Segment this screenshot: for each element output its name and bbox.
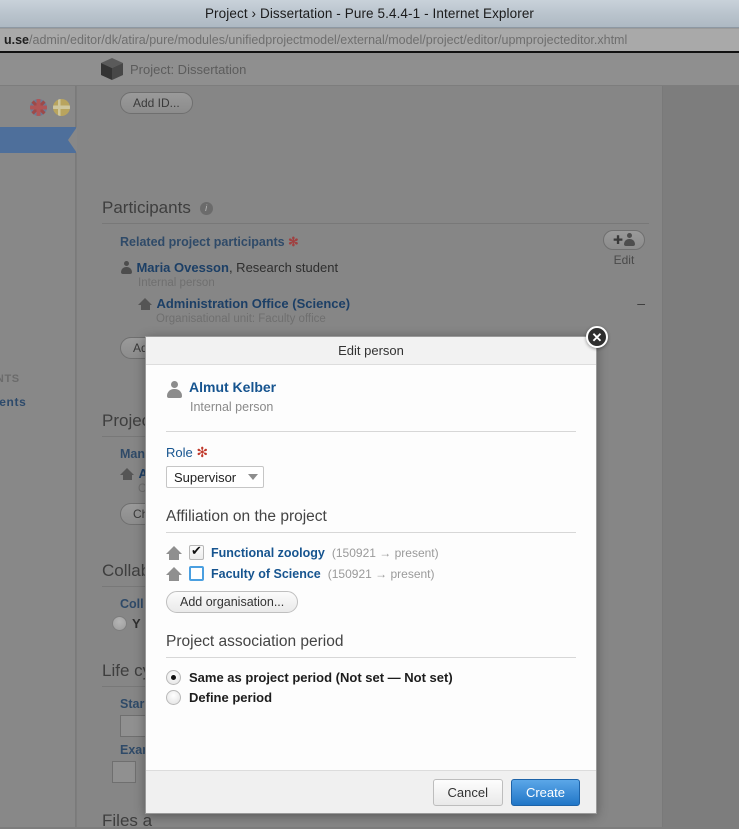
dialog-body: Almut Kelber Internal person Role ✻ Supe… [146, 365, 596, 771]
person-subtitle: Internal person [190, 400, 274, 414]
close-icon[interactable]: ✕ [586, 326, 608, 348]
same-as-project-period-radio[interactable] [166, 670, 181, 685]
collaborative-radio[interactable] [112, 616, 127, 631]
related-participants-label: Related project participants ✻ [120, 234, 649, 249]
add-organisation-button[interactable]: Add organisation... [166, 591, 299, 613]
role-label: Role ✻ [166, 444, 576, 461]
collaborative-option-label: Y [132, 616, 141, 631]
affiliation-period: (150921 → present) [331, 545, 439, 560]
home-icon [120, 467, 134, 480]
role-required-asterisk: ✻ [196, 444, 209, 460]
participants-divider [102, 223, 649, 224]
page-header-bar: Project: Dissertation [0, 53, 739, 86]
affiliation-checkbox[interactable] [189, 566, 204, 581]
person-divider [166, 431, 576, 432]
sidebar-item-active[interactable] [0, 127, 77, 153]
sweden-flag-icon[interactable] [53, 99, 70, 116]
required-asterisk: ✻ [288, 235, 299, 249]
association-period-divider [166, 657, 576, 658]
create-button[interactable]: Create [510, 778, 580, 806]
association-period-option[interactable]: Define period [166, 690, 576, 705]
person-name-link[interactable]: Almut Kelber [189, 379, 276, 395]
same-as-project-period-label: Same as project period (Not set — Not se… [189, 670, 453, 685]
related-participants-label-text: Related project participants [120, 235, 285, 249]
participant-name[interactable]: Maria Ovesson [136, 260, 229, 275]
add-organisation-row: Add organisation... [166, 587, 576, 613]
affiliation-divider [166, 532, 576, 533]
person-icon [623, 233, 635, 246]
person-summary: Almut Kelber [166, 379, 576, 398]
info-icon[interactable]: i [199, 202, 213, 215]
dialog-footer: Cancel Create [146, 770, 596, 813]
role-label-text: Role [166, 445, 193, 460]
role-select[interactable]: Supervisor [166, 466, 264, 488]
affiliation-name[interactable]: Functional zoology [211, 546, 325, 560]
association-period-heading: Project association period [166, 633, 344, 650]
person-icon [120, 261, 132, 274]
affiliation-row: Faculty of Science (150921 → present) [166, 566, 576, 581]
association-period-option[interactable]: Same as project period (Not set — Not se… [166, 670, 576, 685]
person-avatar-icon [166, 381, 182, 398]
define-period-radio[interactable] [166, 690, 181, 705]
dialog-header: Edit person [146, 337, 596, 365]
exam-checkbox[interactable] [112, 761, 136, 783]
affiliation-checkbox[interactable] [189, 543, 204, 560]
add-participant-icon-button[interactable]: ✚ [602, 230, 645, 250]
affiliation-period: (150921 → present) [327, 566, 435, 581]
participants-section-title: Participants i [102, 198, 649, 223]
remove-organisation-button[interactable]: – [637, 295, 645, 311]
participant-type: Internal person [138, 277, 215, 289]
cancel-button[interactable]: Cancel [432, 778, 503, 806]
affiliation-name[interactable]: Faculty of Science [211, 567, 321, 581]
url-path: /admin/editor/dk/atira/pure/modules/unif… [29, 33, 628, 47]
participant-role: , Research student [228, 260, 339, 275]
affiliation-row: Functional zoology (150921 → present) [166, 543, 576, 560]
address-bar[interactable]: u.se /admin/editor/dk/atira/pure/modules… [0, 28, 739, 53]
home-icon [138, 297, 152, 310]
organisation-type: Organisational unit: Faculty office [156, 313, 326, 325]
add-id-button[interactable]: Add ID... [120, 92, 193, 114]
project-cube-icon [101, 58, 123, 80]
sidebar-strip: ENTS ments [0, 86, 77, 827]
uk-flag-icon[interactable] [30, 99, 47, 116]
sidebar-item-documents[interactable]: ments [0, 395, 26, 409]
close-glyph: ✕ [591, 329, 603, 345]
affiliation-heading: Affiliation on the project [166, 508, 327, 525]
define-period-label: Define period [189, 690, 273, 705]
home-icon [166, 566, 182, 581]
page-title: Project: Dissertation [130, 62, 247, 77]
url-host: u.se [4, 33, 30, 47]
edit-link[interactable]: Edit [603, 253, 645, 267]
home-icon [166, 545, 182, 560]
add-id-label: Add ID... [133, 96, 180, 110]
role-select-value: Supervisor [174, 469, 237, 485]
window-title: Project › Dissertation - Pure 5.4.4-1 - … [204, 6, 535, 21]
edit-person-dialog: ✕ Edit person Almut Kelber Internal pers… [145, 326, 608, 814]
participant-organisation[interactable]: Administration Office (Science) [156, 296, 350, 311]
dialog-title: Edit person [338, 343, 404, 358]
sidebar-group-heading: ENTS [0, 373, 20, 385]
participants-title-text: Participants [102, 198, 191, 217]
language-flags[interactable] [30, 99, 70, 116]
browser-title-bar: Project › Dissertation - Pure 5.4.4-1 - … [0, 0, 739, 28]
chevron-down-icon [248, 474, 258, 480]
